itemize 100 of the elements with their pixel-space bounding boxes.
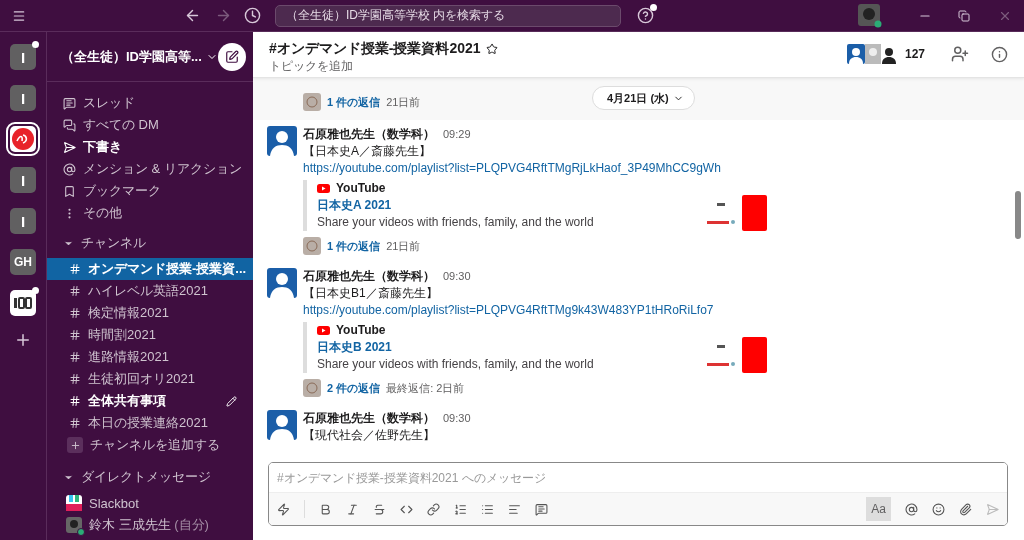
threads-icon: [63, 96, 76, 110]
contact-row[interactable]: 鈴木 三成先生 (自分): [47, 514, 253, 536]
messages-icon: [63, 118, 76, 132]
channel-item[interactable]: 全体共有事項: [47, 390, 253, 412]
channel-item[interactable]: 進路情報2021: [47, 346, 253, 368]
star-icon[interactable]: [485, 43, 498, 55]
message-input[interactable]: #オンデマンド授業-授業資料2021 へのメッセージ: [269, 463, 1007, 493]
message-text: 【日本史A／斎藤先生】: [303, 143, 431, 160]
channel-item[interactable]: オンデマンド授業-授業資...: [47, 258, 253, 280]
channel-item[interactable]: 本日の授業連絡2021: [47, 412, 253, 434]
search-field[interactable]: （全生徒）ID学園高等学校 内を検索する: [275, 4, 621, 27]
at-icon[interactable]: [905, 502, 918, 516]
hash-icon: [69, 351, 81, 363]
workspace-name[interactable]: （全生徒）ID学園高等...: [61, 47, 202, 66]
add-member-icon[interactable]: [951, 45, 969, 63]
send-icon: [63, 140, 76, 154]
channel-item[interactable]: 時間割2021: [47, 324, 253, 346]
avatar-icon: [303, 237, 321, 255]
sidebar-item[interactable]: メンション & リアクション: [47, 158, 253, 180]
hash-icon: [69, 285, 81, 297]
bold-icon[interactable]: [319, 502, 332, 516]
user-avatar: [66, 517, 82, 533]
replies-link[interactable]: 1 件の返信: [327, 237, 381, 255]
bullet-list-icon[interactable]: [481, 502, 494, 516]
date-pill[interactable]: 4月21日 (水): [592, 86, 695, 110]
hash-icon: [69, 417, 81, 429]
member-count[interactable]: 127: [904, 47, 925, 61]
shortcuts-icon[interactable]: [277, 502, 290, 516]
strikethrough-icon[interactable]: [373, 502, 386, 516]
workspace-icon[interactable]: GH: [10, 249, 36, 275]
channel-item[interactable]: 生徒初回オリ2021: [47, 368, 253, 390]
format-button[interactable]: Aa: [866, 497, 891, 521]
forward-icon[interactable]: [215, 7, 232, 24]
avatar-icon: [303, 379, 321, 397]
message-link[interactable]: https://youtube.com/playlist?list=PLQPVG4RftTMg9k43W483YP1tHRoRiLfo7: [303, 302, 714, 319]
workspace-icon[interactable]: I: [10, 44, 36, 70]
hash-icon: [69, 263, 81, 275]
workspace-icon[interactable]: I: [10, 208, 36, 234]
logo: [13, 297, 33, 309]
add-workspace-icon[interactable]: [14, 331, 32, 349]
link-icon[interactable]: [427, 502, 440, 516]
bot-icon: [66, 495, 82, 511]
author-name: 石原雅也先生（数学科）: [303, 127, 435, 141]
history-icon[interactable]: [244, 7, 261, 24]
attach-icon[interactable]: [959, 502, 972, 516]
play-icon: [317, 326, 330, 335]
message-time[interactable]: 09:30: [443, 270, 471, 282]
sidebar-item[interactable]: 下書き: [47, 136, 253, 158]
user-avatar[interactable]: [858, 3, 882, 28]
section-header[interactable]: ダイレクトメッセージ: [81, 468, 211, 486]
add-channel-button[interactable]: チャンネルを追加する: [47, 434, 253, 456]
plus-icon: [67, 437, 83, 453]
workspace-icon[interactable]: I: [10, 167, 36, 193]
message-text: 【日本史B1／斎藤先生】: [303, 285, 438, 302]
hash-icon: [69, 373, 81, 385]
preview-description: Share your videos with friends, family, and the world: [317, 214, 594, 231]
compose-icon: [224, 49, 239, 64]
replies-time: 21日前: [386, 94, 421, 110]
user-avatar: [267, 126, 297, 156]
message-time[interactable]: 09:29: [443, 128, 471, 140]
workspace-icon[interactable]: I: [10, 85, 36, 111]
channel-item[interactable]: 検定情報2021: [47, 302, 253, 324]
contact-row[interactable]: Slackbot: [47, 492, 253, 514]
restore-icon[interactable]: [958, 9, 970, 22]
numbered-list-icon[interactable]: [454, 502, 467, 516]
replies-time: 21日前: [386, 238, 421, 254]
help-icon[interactable]: [637, 7, 654, 24]
topic-link[interactable]: トピックを追加: [269, 58, 353, 75]
message-field[interactable]: #オンデマンド授業-授業資料2021 へのメッセージ Aa: [268, 462, 1008, 526]
emoji-icon[interactable]: [932, 502, 945, 516]
sidebar-item[interactable]: スレッド: [47, 92, 253, 114]
sidebar-item[interactable]: その他: [47, 202, 253, 224]
members-icon[interactable]: [846, 44, 897, 64]
compose-button[interactable]: [217, 42, 246, 71]
preview-source: YouTube: [336, 180, 386, 197]
replies-link[interactable]: 2 件の返信: [327, 379, 381, 397]
preview-title[interactable]: 日本史B 2021: [317, 339, 392, 356]
message-link[interactable]: https://youtube.com/playlist?list=PLQPVG4RftTMgRjLkHaof_3P49MhCC9gWh: [303, 160, 721, 177]
message-time[interactable]: 09:30: [443, 412, 471, 424]
back-icon[interactable]: [184, 7, 201, 24]
author-name: 石原雅也先生（数学科）: [303, 411, 435, 425]
sidebar-item[interactable]: すべての DM: [47, 114, 253, 136]
replies-link[interactable]: 1 件の返信: [327, 93, 381, 111]
user-avatar: [267, 268, 297, 298]
scrollbar[interactable]: [1015, 191, 1021, 239]
italic-icon[interactable]: [346, 502, 359, 516]
section-header[interactable]: チャンネル: [81, 234, 146, 252]
preview-source: YouTube: [336, 322, 386, 339]
hash-icon: [69, 395, 81, 407]
channel-item[interactable]: ハイレベル英語2021: [47, 280, 253, 302]
code-block-icon[interactable]: [535, 502, 548, 516]
channel-title[interactable]: #オンデマンド授業-授業資料2021: [269, 40, 481, 58]
preview-title[interactable]: 日本史A 2021: [317, 197, 392, 214]
menu-icon[interactable]: [12, 8, 26, 23]
logo: [11, 127, 35, 151]
quote-icon[interactable]: [508, 502, 521, 516]
workspace-icon[interactable]: [10, 290, 36, 316]
bookmark-icon: [63, 184, 76, 198]
info-icon[interactable]: [991, 45, 1008, 63]
sidebar-item[interactable]: ブックマーク: [47, 180, 253, 202]
